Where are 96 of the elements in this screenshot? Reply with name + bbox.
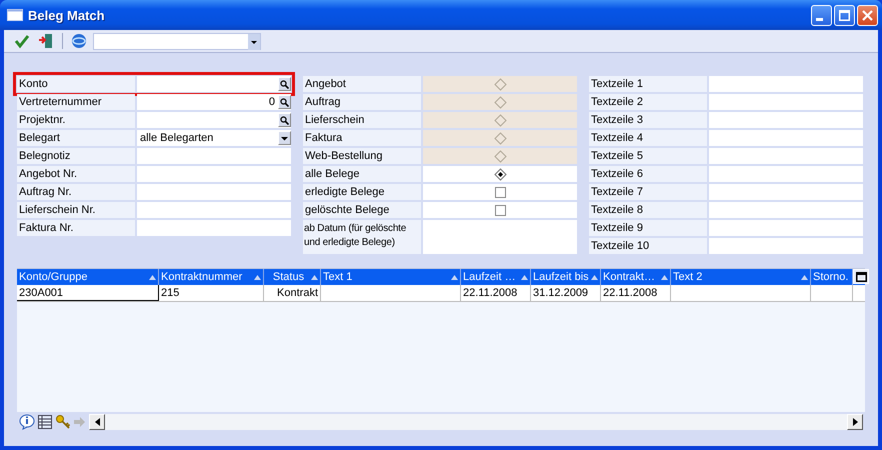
- sort-arrow-icon: [311, 274, 318, 280]
- sort-arrow-icon: [591, 274, 598, 280]
- option-label: Faktura: [303, 130, 421, 146]
- window-icon: [7, 9, 23, 21]
- globe-button[interactable]: [69, 31, 89, 51]
- option-label: Angebot: [303, 76, 421, 92]
- field-label: Textzeile 5: [589, 148, 707, 164]
- input-field[interactable]: 0: [137, 94, 291, 110]
- input-field[interactable]: [137, 148, 291, 164]
- input-field[interactable]: [709, 238, 863, 254]
- field-label: Angebot Nr.: [17, 166, 135, 182]
- input-field[interactable]: [709, 220, 863, 236]
- sort-arrow-icon: [661, 274, 668, 280]
- search-button[interactable]: [278, 95, 291, 109]
- sort-arrow-icon: [451, 274, 458, 280]
- option-label: Lieferschein: [303, 112, 421, 128]
- input-field[interactable]: [709, 202, 863, 218]
- search-icon: [280, 80, 289, 88]
- field-label: Textzeile 9: [589, 220, 707, 236]
- field-label: Textzeile 8: [589, 202, 707, 218]
- close-icon: [862, 10, 873, 20]
- date-field[interactable]: [423, 220, 577, 254]
- dropdown-button[interactable]: [278, 131, 291, 145]
- field-label: Projektnr.: [17, 112, 135, 128]
- input-field[interactable]: [709, 184, 863, 200]
- input-field[interactable]: [137, 76, 291, 92]
- field-label: Lieferschein Nr.: [17, 202, 135, 218]
- input-field[interactable]: [137, 220, 291, 236]
- scroll-left-button[interactable]: [89, 414, 105, 430]
- table-cell: 215: [159, 285, 264, 301]
- checkbox[interactable]: [494, 204, 506, 216]
- search-button[interactable]: [278, 77, 291, 91]
- field-label: Belegnotiz: [17, 148, 135, 164]
- dropdown-field[interactable]: alle Belegarten: [137, 130, 291, 146]
- input-field[interactable]: [709, 94, 863, 110]
- sort-arrow-icon: [254, 274, 261, 280]
- table-cell: 31.12.2009: [531, 285, 601, 301]
- field-label: Faktura Nr.: [17, 220, 135, 236]
- option-label: Web-Bestellung: [303, 148, 421, 164]
- field-label: Konto: [17, 76, 135, 92]
- caret-icon: [248, 34, 260, 50]
- option-label: alle Belege: [303, 166, 421, 182]
- field-label: Textzeile 6: [589, 166, 707, 182]
- search-button[interactable]: [278, 113, 291, 127]
- globe-icon: [71, 33, 87, 49]
- input-field[interactable]: [709, 130, 863, 146]
- arrow-right-icon: [73, 414, 87, 430]
- table-cell: 230A001: [17, 285, 159, 301]
- input-field[interactable]: [709, 166, 863, 182]
- checkbox[interactable]: [494, 186, 506, 198]
- option-label: erledigte Belege: [303, 184, 421, 200]
- selected-radio-icon[interactable]: [494, 168, 506, 180]
- field-label: Belegart: [17, 130, 135, 146]
- info-icon[interactable]: [19, 414, 35, 430]
- horizontal-scrollbar[interactable]: [89, 414, 863, 430]
- input-field[interactable]: [137, 166, 291, 182]
- minimize-button[interactable]: [811, 4, 832, 26]
- field-label: Auftrag Nr.: [17, 184, 135, 200]
- table-cell: Kontrakt: [264, 285, 321, 301]
- input-field[interactable]: [709, 76, 863, 92]
- table-icon[interactable]: [37, 414, 53, 430]
- check-icon: [14, 33, 30, 49]
- field-label: Textzeile 4: [589, 130, 707, 146]
- field-label: Textzeile 7: [589, 184, 707, 200]
- table-cell: 22.11.2008: [601, 285, 671, 301]
- option-label: ab Datum (für gelöschte und erledigte Belege): [303, 220, 421, 254]
- input-field[interactable]: [709, 112, 863, 128]
- search-icon: [280, 116, 289, 124]
- maximize-button[interactable]: [834, 4, 855, 26]
- right-arrow-icon: [852, 418, 858, 426]
- sort-arrow-icon: [801, 274, 808, 280]
- left-arrow-icon: [94, 418, 100, 426]
- input-field[interactable]: [709, 148, 863, 164]
- sort-arrow-icon: [521, 274, 528, 280]
- input-field[interactable]: [137, 184, 291, 200]
- field-label: Textzeile 2: [589, 94, 707, 110]
- close-button[interactable]: [857, 4, 878, 26]
- search-icon: [280, 98, 289, 106]
- sort-arrow-icon: [149, 274, 156, 280]
- window-icon: [856, 272, 866, 282]
- key-icon[interactable]: [55, 414, 71, 430]
- table-cell: 22.11.2008: [461, 285, 531, 301]
- field-label: Textzeile 3: [589, 112, 707, 128]
- input-field[interactable]: [137, 112, 291, 128]
- field-label: Textzeile 10: [589, 238, 707, 254]
- field-label: Vertreternummer: [17, 94, 135, 110]
- scroll-right-button[interactable]: [847, 414, 863, 430]
- column-chooser-button[interactable]: [853, 269, 869, 284]
- maximize-icon: [839, 10, 850, 20]
- window-title: Beleg Match: [28, 8, 105, 22]
- field-label: Textzeile 1: [589, 76, 707, 92]
- minimize-icon: [816, 18, 823, 20]
- door-icon: [38, 33, 54, 49]
- option-label: Auftrag: [303, 94, 421, 110]
- option-label: gelöschte Belege: [303, 202, 421, 218]
- input-field[interactable]: [137, 202, 291, 218]
